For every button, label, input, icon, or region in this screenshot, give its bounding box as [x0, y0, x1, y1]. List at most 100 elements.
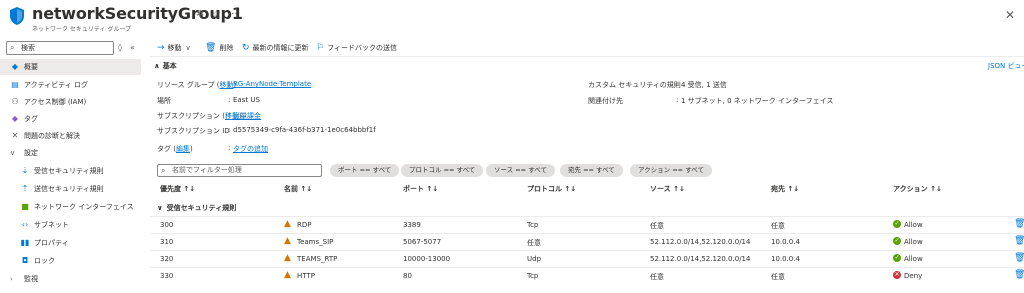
- overview-icon: ◆: [11, 62, 19, 71]
- port-cell: 5067-5077: [403, 238, 442, 246]
- destination-cell: 10.0.0.4: [771, 238, 800, 246]
- properties-icon: ▮▮: [20, 238, 30, 247]
- refresh-label: 最新の情報に更新: [252, 44, 309, 52]
- sidebar-item-label: 送信セキュリティ規則: [34, 185, 104, 193]
- move-button[interactable]: → 移動 ∨: [157, 43, 191, 53]
- feedback-label: フィードバックの送信: [327, 44, 397, 52]
- table-row[interactable]: 310 ▲ Teams_SIP 5067-5077 任意 52.112.0.0/…: [150, 233, 1024, 250]
- port-cell: 10000-13000: [403, 255, 451, 263]
- group-label: 受信セキュリティ規則: [166, 204, 237, 212]
- priority-cell: 300: [160, 221, 174, 229]
- delete-rule-icon[interactable]: 🗑: [1014, 236, 1024, 246]
- chevron-down-icon: ∨: [157, 204, 163, 212]
- rule-name-link[interactable]: HTTP: [297, 272, 315, 280]
- sidebar-item-label: タグ: [24, 115, 38, 123]
- star-icon[interactable]: ☆: [212, 9, 221, 20]
- sidebar-item-subnets[interactable]: ‹› サブネット: [0, 217, 141, 233]
- colon: :: [228, 96, 231, 104]
- edit-tags-link[interactable]: 編集: [176, 145, 190, 153]
- sidebar-group-monitoring[interactable]: › 監視: [0, 271, 141, 287]
- sidebar-item-label: 概要: [24, 63, 38, 71]
- allow-icon: ✓: [893, 220, 901, 228]
- subscription-id-label: サブスクリプション ID: [157, 127, 230, 135]
- json-view-link[interactable]: JSON ビュー: [988, 61, 1024, 71]
- resource-group-label: リソース グループ (移動): [157, 81, 237, 89]
- location-value: East US: [233, 96, 260, 104]
- column-header-destination[interactable]: 宛先 ↑↓: [771, 184, 799, 194]
- sidebar-item-inbound-rules[interactable]: ⇣ 受信セキュリティ規則: [0, 163, 141, 179]
- table-row[interactable]: 320 ▲ TEAMS_RTP 10000-13000 Udp 52.112.0…: [150, 250, 1024, 267]
- custom-rules-value: 4 受信, 1 送信: [681, 81, 727, 89]
- priority-cell: 330: [160, 272, 174, 280]
- resource-group-link[interactable]: RG-AnyNode-Template: [233, 80, 311, 88]
- table-row[interactable]: 300 ▲ RDP 3389 Tcp 任意 任意 ✓ Allow 🗑: [150, 216, 1024, 233]
- destination-cell: 10.0.0.4: [771, 255, 800, 263]
- filter-by-name-input[interactable]: ⌕ 名前でフィルター処理: [157, 164, 322, 177]
- column-header-port[interactable]: ポート ↑↓: [403, 184, 438, 194]
- deny-icon: ✕: [893, 271, 901, 279]
- expand-toggle-icon[interactable]: ◊: [118, 43, 122, 52]
- move-link[interactable]: 移動: [219, 81, 233, 89]
- subscription-link[interactable]: 従量課金: [233, 111, 261, 121]
- sidebar-group-settings[interactable]: ∨ 設定: [0, 145, 141, 161]
- refresh-button[interactable]: ↻ 最新の情報に更新: [242, 43, 309, 53]
- sidebar-item-properties[interactable]: ▮▮ プロパティ: [0, 235, 141, 251]
- source-filter-pill[interactable]: ソース == すべて: [486, 164, 555, 177]
- sidebar-item-diagnose[interactable]: ✕ 問題の診断と解決: [0, 128, 141, 144]
- delete-label: 削除: [219, 44, 234, 52]
- essentials-heading: 基本: [162, 62, 177, 70]
- sidebar-item-label: ネットワーク インターフェイス: [34, 203, 134, 211]
- destination-filter-pill[interactable]: 宛先 == すべて: [560, 164, 623, 177]
- source-cell: 任意: [650, 273, 664, 281]
- delete-button[interactable]: 🗑 削除: [205, 43, 233, 53]
- nsg-resource-icon: [8, 6, 26, 26]
- column-header-action[interactable]: アクション ↑↓: [893, 184, 942, 194]
- sidebar-item-label: 問題の診断と解決: [24, 132, 80, 140]
- sidebar-item-activity-log[interactable]: ▤ アクティビティ ログ: [0, 77, 141, 93]
- protocol-cell: Tcp: [527, 272, 539, 280]
- sidebar-item-label: サブネット: [34, 221, 69, 229]
- sidebar-item-locks[interactable]: ◘ ロック: [0, 253, 141, 269]
- delete-rule-icon[interactable]: 🗑: [1014, 219, 1024, 229]
- sidebar-search-input[interactable]: ⌕ 検索: [6, 41, 114, 55]
- sidebar-item-overview[interactable]: ◆ 概要: [0, 59, 141, 75]
- protocol-filter-pill[interactable]: プロトコル == すべて: [401, 164, 484, 177]
- add-tags-link[interactable]: タグの追加: [233, 144, 268, 154]
- outbound-rules-icon: ⇡: [21, 184, 29, 193]
- column-header-priority[interactable]: 優先度 ↑↓: [160, 184, 195, 194]
- sidebar-item-iam[interactable]: ⚇ アクセス制御 (IAM): [0, 94, 141, 110]
- delete-rule-icon[interactable]: 🗑: [1014, 270, 1024, 280]
- essentials-toggle[interactable]: ∧ 基本: [154, 61, 177, 71]
- colon: :: [228, 126, 231, 134]
- sidebar-item-outbound-rules[interactable]: ⇡ 送信セキュリティ規則: [0, 181, 141, 197]
- protocol-cell: Udp: [527, 255, 542, 263]
- inbound-rules-icon: ⇣: [21, 166, 29, 175]
- rule-name-link[interactable]: TEAMS_RTP: [297, 255, 337, 263]
- arrow-right-icon: →: [157, 43, 165, 53]
- table-row[interactable]: 330 ▲ HTTP 80 Tcp 任意 任意 ✕ Deny 🗑: [150, 267, 1024, 284]
- priority-cell: 310: [160, 238, 174, 246]
- delete-rule-icon[interactable]: 🗑: [1014, 253, 1024, 263]
- colon: :: [228, 144, 231, 152]
- destination-cell: 任意: [771, 273, 785, 281]
- rule-name-link[interactable]: RDP: [297, 221, 311, 229]
- collapse-sidebar-icon[interactable]: «: [130, 43, 135, 52]
- action-cell: Deny: [904, 272, 923, 280]
- column-header-name[interactable]: 名前 ↑↓: [284, 184, 312, 194]
- protocol-cell: 任意: [527, 239, 541, 247]
- close-icon[interactable]: ✕: [1005, 8, 1015, 22]
- more-icon[interactable]: ···: [228, 9, 238, 20]
- feedback-button[interactable]: ⚐ フィードバックの送信: [316, 43, 397, 53]
- chevron-down-icon: ∨: [10, 149, 16, 157]
- column-header-source[interactable]: ソース ↑↓: [650, 184, 685, 194]
- pin-icon[interactable]: ✲: [196, 9, 204, 20]
- toolbar-divider: [150, 56, 1024, 57]
- sidebar-item-network-interfaces[interactable]: ■ ネットワーク インターフェイス: [0, 199, 141, 215]
- inbound-rules-group-toggle[interactable]: ∨ 受信セキュリティ規則: [157, 203, 236, 213]
- priority-cell: 320: [160, 255, 174, 263]
- sidebar-item-tags[interactable]: ◆ タグ: [0, 111, 141, 127]
- port-filter-pill[interactable]: ポート == すべて: [330, 164, 400, 177]
- rule-name-link[interactable]: Teams_SIP: [297, 238, 333, 246]
- column-header-protocol[interactable]: プロトコル ↑↓: [527, 184, 576, 194]
- action-filter-pill[interactable]: アクション == すべて: [630, 164, 712, 177]
